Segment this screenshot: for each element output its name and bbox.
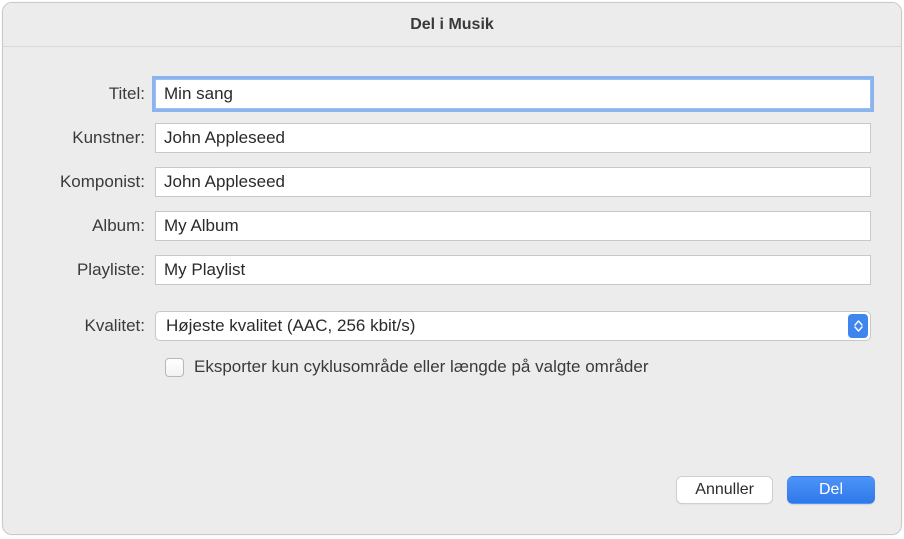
cancel-button[interactable]: Annuller bbox=[676, 476, 773, 504]
field-wrap-composer bbox=[155, 167, 871, 197]
label-composer: Komponist: bbox=[33, 172, 155, 192]
field-wrap-title bbox=[155, 79, 871, 109]
cancel-button-label: Annuller bbox=[695, 481, 754, 499]
quality-selected-text: Højeste kvalitet (AAC, 256 kbit/s) bbox=[166, 316, 415, 336]
title-input[interactable] bbox=[155, 79, 871, 109]
row-export-cycle: Eksporter kun cyklusområde eller længde … bbox=[165, 357, 871, 377]
dialog-title: Del i Musik bbox=[410, 16, 494, 34]
label-album: Album: bbox=[33, 216, 155, 236]
share-button-label: Del bbox=[819, 481, 843, 499]
field-wrap-quality: Højeste kvalitet (AAC, 256 kbit/s) bbox=[155, 311, 871, 341]
row-title: Titel: bbox=[33, 79, 871, 109]
updown-arrows-icon bbox=[848, 314, 868, 338]
row-quality: Kvalitet: Højeste kvalitet (AAC, 256 kbi… bbox=[33, 311, 871, 341]
album-input[interactable] bbox=[155, 211, 871, 241]
row-artist: Kunstner: bbox=[33, 123, 871, 153]
quality-select[interactable]: Højeste kvalitet (AAC, 256 kbit/s) bbox=[155, 311, 871, 341]
playlist-input[interactable] bbox=[155, 255, 871, 285]
dialog-content: Titel: Kunstner: Komponist: Album: Playl bbox=[3, 47, 901, 466]
share-dialog: Del i Musik Titel: Kunstner: Komponist: … bbox=[2, 2, 902, 535]
artist-input[interactable] bbox=[155, 123, 871, 153]
export-cycle-label: Eksporter kun cyklusområde eller længde … bbox=[194, 357, 649, 377]
label-artist: Kunstner: bbox=[33, 128, 155, 148]
field-wrap-artist bbox=[155, 123, 871, 153]
label-quality: Kvalitet: bbox=[33, 316, 155, 336]
export-cycle-checkbox[interactable] bbox=[165, 358, 184, 377]
field-wrap-playlist bbox=[155, 255, 871, 285]
dialog-titlebar: Del i Musik bbox=[3, 3, 901, 47]
row-playlist: Playliste: bbox=[33, 255, 871, 285]
label-title: Titel: bbox=[33, 84, 155, 104]
label-playlist: Playliste: bbox=[33, 260, 155, 280]
row-composer: Komponist: bbox=[33, 167, 871, 197]
composer-input[interactable] bbox=[155, 167, 871, 197]
field-wrap-album bbox=[155, 211, 871, 241]
share-button[interactable]: Del bbox=[787, 476, 875, 504]
row-album: Album: bbox=[33, 211, 871, 241]
dialog-footer: Annuller Del bbox=[3, 466, 901, 534]
